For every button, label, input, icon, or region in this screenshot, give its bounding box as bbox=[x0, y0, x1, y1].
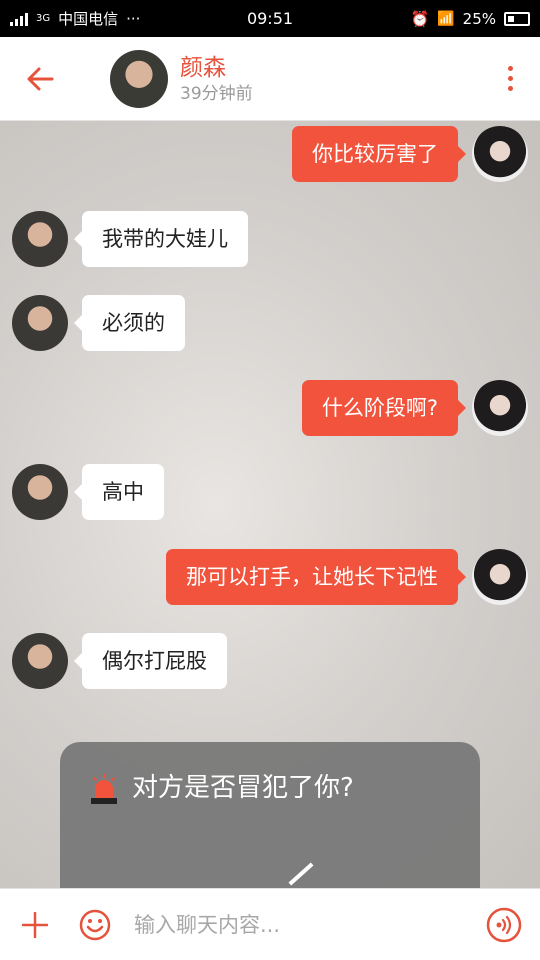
message-row-incoming: 必须的 bbox=[12, 295, 185, 351]
more-dot-icon bbox=[507, 86, 513, 91]
emoji-button[interactable] bbox=[70, 889, 120, 960]
wifi-icon: 📶 bbox=[437, 10, 455, 27]
message-row-outgoing: 你比较厉害了 bbox=[292, 126, 528, 182]
contact-message-avatar[interactable] bbox=[12, 633, 68, 689]
battery-icon bbox=[504, 11, 530, 26]
voice-wave-icon bbox=[486, 907, 522, 942]
signal-icon bbox=[10, 12, 28, 26]
message-row-incoming: 高中 bbox=[12, 464, 164, 520]
back-button[interactable] bbox=[0, 37, 80, 121]
alarm-light-icon bbox=[91, 774, 117, 804]
outgoing-bubble[interactable]: 什么阶段啊? bbox=[301, 380, 467, 436]
contact-avatar[interactable] bbox=[110, 49, 168, 108]
plus-icon bbox=[22, 911, 48, 938]
status-left: 3G 中国电信 ··· bbox=[10, 8, 140, 29]
incoming-bubble[interactable]: 必须的 bbox=[74, 295, 185, 351]
contact-info[interactable]: 颜森 39分钟前 bbox=[180, 53, 253, 105]
smiley-icon bbox=[79, 909, 111, 940]
chat-area[interactable]: 你比较厉害了 我带的大娃儿 必须的 什么阶段啊? 高中 那可以打手，让她长下记性… bbox=[0, 121, 540, 888]
add-attachment-button[interactable] bbox=[0, 889, 70, 960]
contact-message-avatar[interactable] bbox=[12, 295, 68, 351]
contact-message-avatar[interactable] bbox=[12, 464, 68, 520]
more-dot-icon bbox=[507, 66, 513, 71]
incoming-bubble[interactable]: 高中 bbox=[74, 464, 164, 520]
input-bar bbox=[0, 888, 540, 960]
last-seen: 39分钟前 bbox=[180, 83, 253, 104]
message-row-outgoing: 什么阶段啊? bbox=[301, 380, 528, 436]
network-type: 3G bbox=[36, 13, 51, 24]
more-options-button[interactable] bbox=[480, 37, 540, 121]
more-status-indicator: ··· bbox=[126, 9, 141, 28]
my-avatar[interactable] bbox=[472, 380, 528, 436]
status-right: ⏰ 📶 25% bbox=[411, 10, 530, 28]
back-arrow-icon bbox=[27, 67, 54, 90]
contact-message-avatar[interactable] bbox=[12, 211, 68, 267]
message-row-incoming: 偶尔打屁股 bbox=[12, 633, 227, 689]
report-prompt-panel[interactable]: 对方是否冒犯了你? bbox=[60, 742, 480, 888]
contact-name: 颜森 bbox=[180, 54, 226, 81]
message-row-outgoing: 那可以打手，让她长下记性 bbox=[166, 549, 528, 605]
report-prompt-text: 对方是否冒犯了你? bbox=[132, 773, 354, 803]
message-row-incoming: 我带的大娃儿 bbox=[12, 211, 248, 267]
pen-icon[interactable] bbox=[288, 862, 314, 886]
my-avatar[interactable] bbox=[472, 549, 528, 605]
chat-header: 颜森 39分钟前 bbox=[0, 37, 540, 121]
carrier-name: 中国电信 bbox=[58, 10, 119, 28]
outgoing-bubble[interactable]: 你比较厉害了 bbox=[292, 126, 466, 182]
outgoing-bubble[interactable]: 那可以打手，让她长下记性 bbox=[166, 549, 466, 605]
my-avatar[interactable] bbox=[472, 126, 528, 182]
more-dot-icon bbox=[507, 76, 513, 81]
battery-percentage: 25% bbox=[462, 9, 496, 28]
incoming-bubble[interactable]: 偶尔打屁股 bbox=[74, 633, 227, 689]
status-bar: 3G 中国电信 ··· 09:51 ⏰ 📶 25% bbox=[0, 0, 540, 37]
chat-message-input[interactable] bbox=[134, 901, 468, 948]
status-time: 09:51 bbox=[246, 9, 294, 28]
alarm-icon: ⏰ bbox=[410, 9, 430, 28]
voice-button[interactable] bbox=[468, 889, 540, 960]
incoming-bubble[interactable]: 我带的大娃儿 bbox=[74, 211, 248, 267]
